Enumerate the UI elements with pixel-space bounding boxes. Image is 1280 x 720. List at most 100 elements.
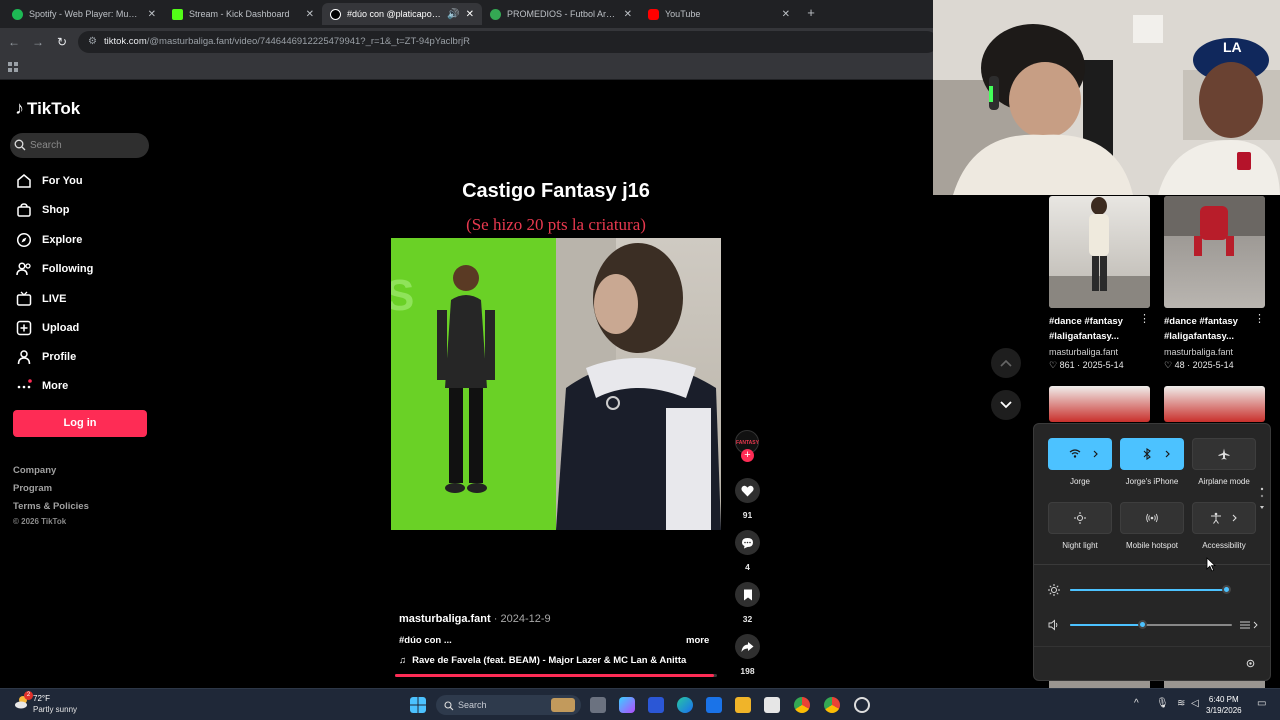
share-button[interactable] (735, 634, 760, 659)
speaker-icon[interactable]: 🔊 (447, 9, 459, 20)
forward-icon[interactable]: → (30, 34, 46, 50)
airplane-mode-toggle[interactable] (1192, 438, 1256, 470)
nav-shop[interactable]: Shop (15, 201, 70, 219)
grid-video-thumbnail[interactable] (1164, 681, 1265, 688)
video-description: #dúo con ... (399, 635, 452, 646)
footer-company[interactable]: Company (13, 465, 56, 476)
nav-explore[interactable]: Explore (15, 231, 82, 249)
more-icon (15, 377, 33, 395)
close-icon[interactable]: ✕ (148, 9, 156, 20)
grid-video-thumbnail[interactable] (1049, 386, 1150, 422)
wifi-icon[interactable]: ≋ (1177, 698, 1185, 709)
nav-label: Profile (42, 351, 77, 363)
weather-badge: 2 (24, 691, 33, 700)
more-button[interactable]: more (686, 635, 709, 646)
grid-video-title[interactable]: #dance #fantasy #laligafantasy... (1049, 314, 1147, 344)
more-options-icon[interactable]: ⋮ (1139, 312, 1150, 325)
night-light-toggle[interactable] (1048, 502, 1112, 534)
tab-promedios[interactable]: PROMEDIOS - Futbol Argentino ✕ (482, 3, 640, 25)
file-explorer-icon[interactable] (735, 697, 751, 713)
close-icon[interactable]: ✕ (466, 9, 474, 20)
tab-spotify[interactable]: Spotify - Web Player: Music for ✕ (4, 3, 164, 25)
nav-more[interactable]: More (15, 377, 68, 395)
video-panel-left[interactable]: S (391, 238, 556, 530)
microphone-icon[interactable]: 🎙 (1156, 698, 1169, 709)
apps-grid-icon[interactable] (8, 62, 19, 73)
brightness-slider[interactable] (1070, 585, 1232, 594)
app-icon[interactable] (648, 697, 664, 713)
app-icon[interactable] (854, 697, 870, 713)
tab-kick[interactable]: Stream - Kick Dashboard ✕ (164, 3, 322, 25)
chrome-icon[interactable] (794, 697, 810, 713)
scroll-indicator[interactable] (1259, 486, 1265, 512)
volume-thumb[interactable] (1138, 620, 1148, 629)
weather-temp: 72°F (33, 694, 50, 703)
accessibility-toggle[interactable] (1192, 502, 1256, 534)
tab-youtube[interactable]: YouTube ✕ (640, 3, 798, 25)
login-button[interactable]: Log in (13, 410, 147, 437)
like-button[interactable] (735, 478, 760, 503)
footer-terms[interactable]: Terms & Policies (13, 501, 89, 512)
search-input[interactable]: Search (10, 133, 149, 158)
nav-profile[interactable]: Profile (15, 348, 76, 366)
outlook-icon[interactable] (706, 697, 722, 713)
nav-for-you[interactable]: For You (15, 172, 83, 190)
grid-video-thumbnail[interactable] (1049, 196, 1150, 308)
close-icon[interactable]: ✕ (782, 9, 790, 20)
store-icon[interactable] (764, 697, 780, 713)
nav-live[interactable]: LIVE (15, 290, 66, 308)
share-icon (741, 641, 754, 652)
brightness-thumb[interactable] (1222, 585, 1232, 594)
author-name[interactable]: masturbaliga.fant (399, 613, 491, 625)
music-link[interactable]: ♫ Rave de Favela (feat. BEAM) - Major La… (399, 655, 686, 666)
airplane-icon (1218, 448, 1230, 460)
quick-settings-panel: Jorge Jorge's iPhone Airplane mode Night… (1033, 423, 1271, 681)
chrome-icon[interactable] (824, 697, 840, 713)
wifi-toggle[interactable] (1048, 438, 1112, 470)
back-icon[interactable]: ← (6, 34, 22, 50)
footer-program[interactable]: Program (13, 483, 52, 494)
weather-widget[interactable]: 2 72°F Partly sunny (14, 691, 77, 715)
comment-button[interactable] (735, 530, 760, 555)
bluetooth-toggle[interactable] (1120, 438, 1184, 470)
system-clock[interactable]: 6:40 PM 3/19/2026 (1206, 694, 1242, 716)
audio-output-icon[interactable] (1239, 619, 1259, 631)
reload-icon[interactable]: ↻ (54, 34, 70, 50)
task-view-icon[interactable] (590, 697, 606, 713)
chevron-up-icon[interactable]: ^ (1134, 698, 1139, 709)
notification-icon[interactable]: ▭ (1257, 698, 1266, 709)
follow-plus-icon[interactable]: + (741, 449, 754, 462)
volume-icon[interactable]: ◁ (1191, 698, 1199, 709)
next-video-button[interactable] (991, 390, 1021, 420)
nav-upload[interactable]: Upload (15, 319, 79, 337)
volume-slider[interactable] (1070, 620, 1232, 629)
grid-video-title[interactable]: #dance #fantasy #laligafantasy... (1164, 314, 1262, 344)
clock-time: 6:40 PM (1208, 695, 1239, 704)
tab-tiktok[interactable]: #dúo con @platicapolinesia 🔊 ✕ (322, 3, 482, 25)
new-tab-button[interactable]: + (804, 6, 818, 20)
grid-video-thumbnail[interactable] (1164, 196, 1265, 308)
save-button[interactable] (735, 582, 760, 607)
more-options-icon[interactable]: ⋮ (1254, 312, 1265, 325)
mobile-hotspot-toggle[interactable] (1120, 502, 1184, 534)
windows-start-icon[interactable] (410, 697, 426, 713)
divider (1034, 646, 1270, 647)
grid-video-thumbnail[interactable] (1049, 681, 1150, 688)
address-bar[interactable]: tiktok.com/@masturbaliga.fant/video/7446… (78, 31, 938, 53)
site-info-icon[interactable]: ⚙ (88, 36, 97, 47)
close-icon[interactable]: ✕ (306, 9, 314, 20)
video-progress-bar[interactable] (395, 674, 717, 677)
close-icon[interactable]: ✕ (624, 9, 632, 20)
bluetooth-icon (1143, 448, 1170, 460)
grid-video-user[interactable]: masturbaliga.fant (1164, 347, 1233, 357)
grid-video-user[interactable]: masturbaliga.fant (1049, 347, 1118, 357)
tiktok-logo[interactable]: ♪ TikTok (15, 98, 80, 119)
grid-video-thumbnail[interactable] (1164, 386, 1265, 422)
previous-video-button[interactable] (991, 348, 1021, 378)
copilot-icon[interactable] (619, 697, 635, 713)
video-panel-right[interactable] (556, 238, 721, 530)
settings-gear-icon[interactable] (1245, 658, 1256, 669)
edge-icon[interactable] (677, 697, 693, 713)
url-host: tiktok.com (104, 36, 147, 47)
nav-following[interactable]: Following (15, 260, 93, 278)
